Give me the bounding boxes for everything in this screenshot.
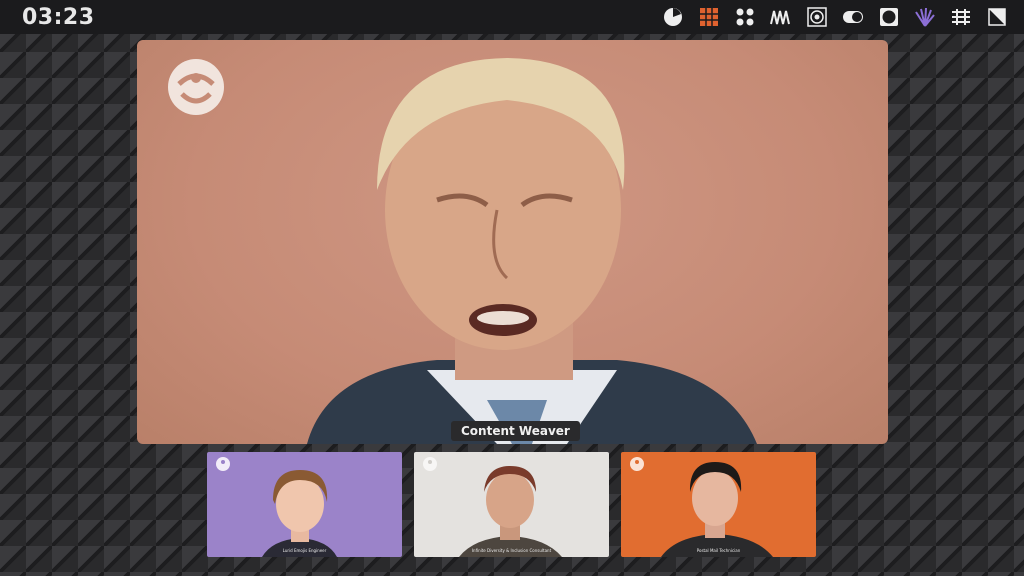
status-bar: 03:23 <box>0 0 1024 34</box>
participant-portrait-1 <box>262 470 337 557</box>
speaker-name-label: Content Weaver <box>451 421 580 441</box>
participant-tile-2[interactable]: Infinite Diversity & Inclusion Consultan… <box>414 452 609 557</box>
grid-pattern-icon[interactable] <box>698 6 720 28</box>
participant-caption: Infinite Diversity & Inclusion Consultan… <box>471 548 552 553</box>
square-icon[interactable] <box>878 6 900 28</box>
participant-caption: Postal Mail Technician <box>696 548 741 553</box>
wave-icon[interactable] <box>770 6 792 28</box>
hug-logo-icon <box>423 457 437 471</box>
participant-tile-3[interactable]: Postal Mail Technician <box>621 452 816 557</box>
main-video[interactable]: Content Weaver <box>137 40 888 444</box>
clock: 03:23 <box>22 4 95 30</box>
slash-square-icon[interactable] <box>986 6 1008 28</box>
hug-logo-icon <box>216 457 230 471</box>
fan-icon[interactable] <box>914 6 936 28</box>
participant-portrait-2 <box>459 466 562 557</box>
lattice-icon[interactable] <box>950 6 972 28</box>
speaker-portrait <box>307 58 757 444</box>
participant-caption: Lurid Emojis Engineer <box>282 548 327 553</box>
hug-logo-icon <box>630 457 644 471</box>
participant-tile-1[interactable]: Lurid Emojis Engineer <box>207 452 402 557</box>
toggle-icon[interactable] <box>842 6 864 28</box>
spiral-icon[interactable] <box>806 6 828 28</box>
participant-portrait-3 <box>661 462 773 557</box>
toolbar-icons <box>662 6 1008 28</box>
dots-icon[interactable] <box>734 6 756 28</box>
pie-icon[interactable] <box>662 6 684 28</box>
